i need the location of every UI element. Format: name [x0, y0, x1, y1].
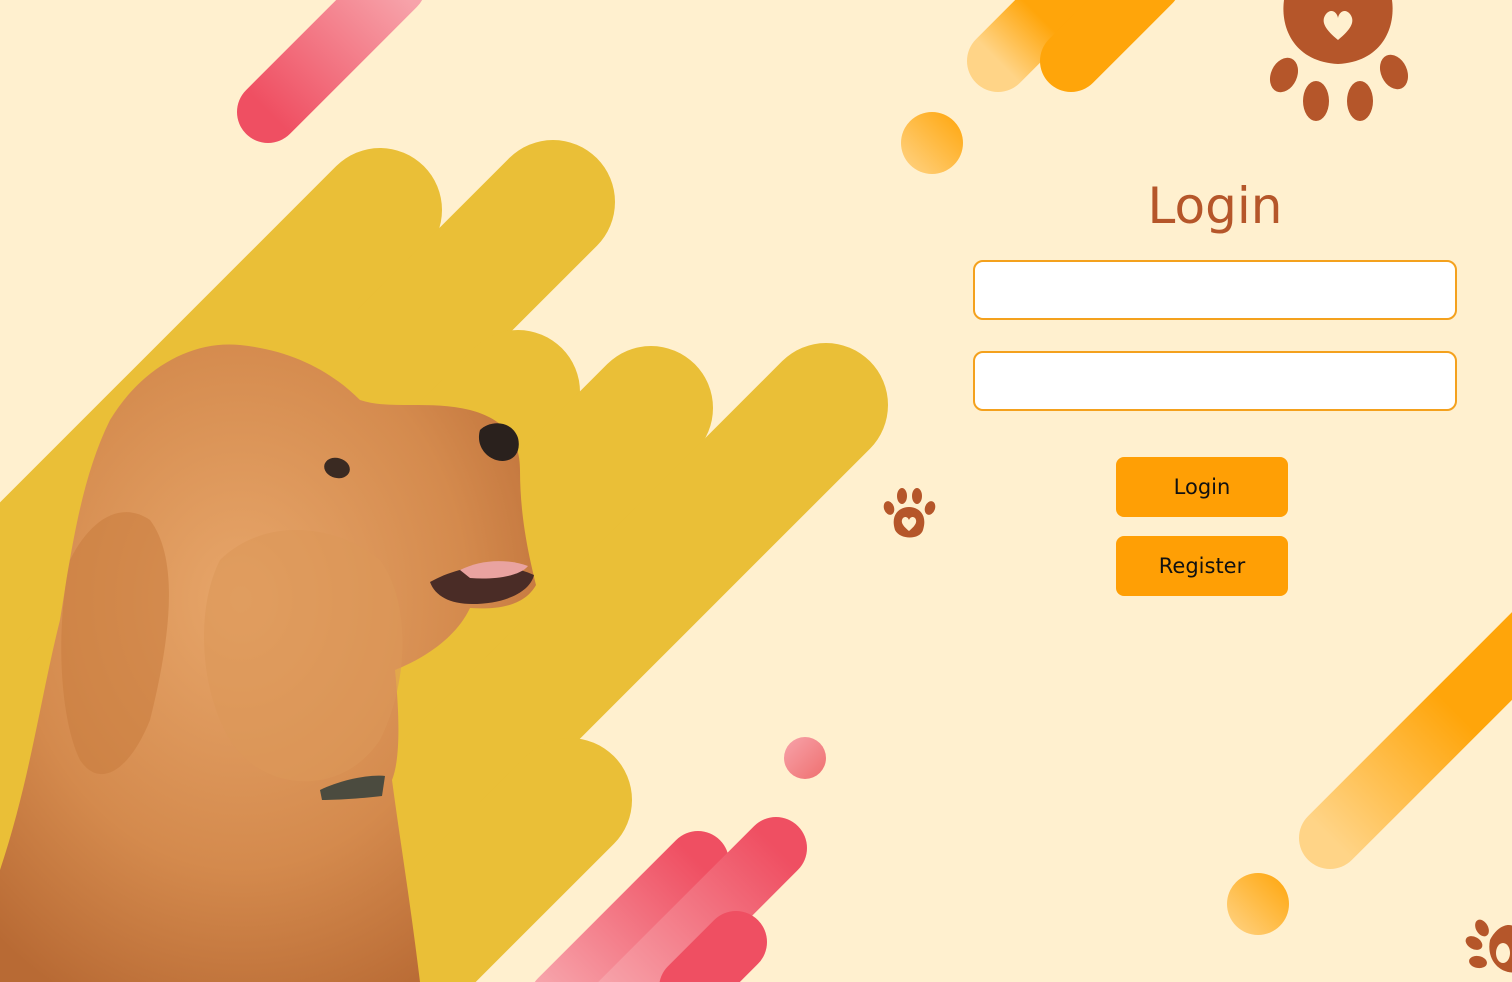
salmon-dot — [784, 737, 826, 779]
password-field[interactable] — [973, 351, 1457, 411]
pink-stripes-bottom — [535, 817, 807, 982]
pink-stripe-top — [237, 0, 423, 143]
orange-dot-top — [901, 112, 963, 174]
orange-stripe-right — [1299, 612, 1512, 869]
paw-print-icon — [1269, 0, 1409, 121]
register-button[interactable]: Register — [1116, 536, 1288, 596]
username-field[interactable] — [973, 260, 1457, 320]
orange-stripes-top — [967, 0, 1175, 92]
orange-dot-bottom — [1227, 873, 1289, 935]
paw-print-icon — [883, 488, 936, 538]
paw-print-icon — [1465, 919, 1512, 973]
login-button[interactable]: Login — [1116, 457, 1288, 517]
login-panel: Login Login Register — [973, 160, 1457, 596]
login-title: Login — [1147, 177, 1283, 235]
